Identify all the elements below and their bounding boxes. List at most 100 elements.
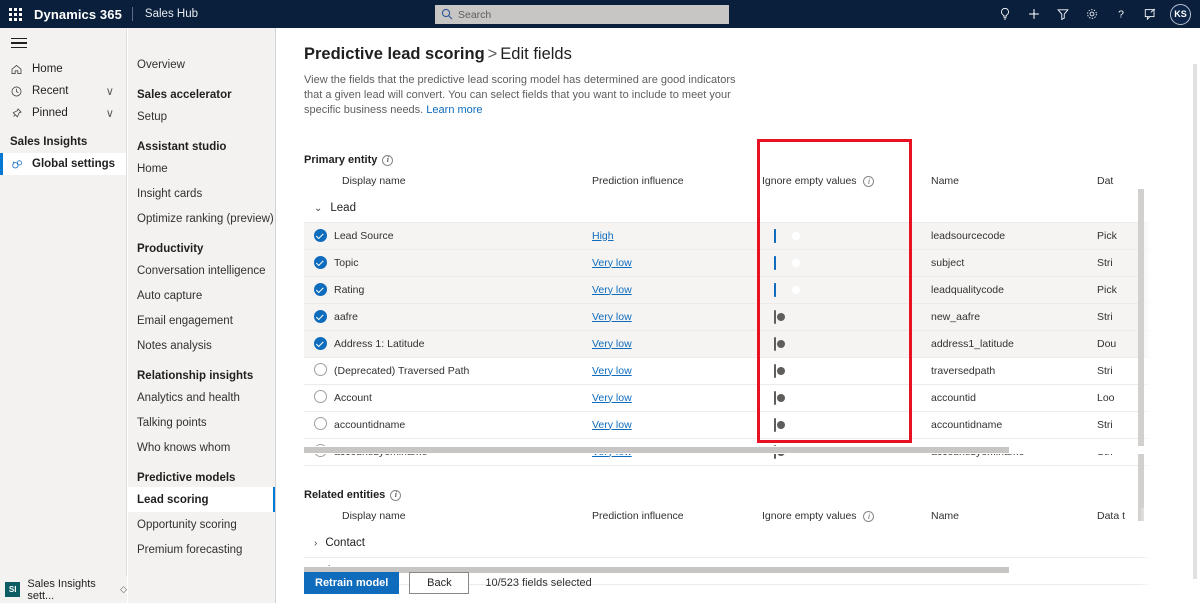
row-checkbox[interactable] [314, 389, 327, 403]
area-switcher-chevron-icon[interactable]: ◇ [120, 584, 127, 595]
feedback-icon[interactable] [1135, 0, 1164, 28]
sidebar-item-home[interactable]: Home [0, 58, 126, 80]
sidebar-item-pinned[interactable]: Pinned ∨ [0, 102, 126, 124]
chevron-down-icon[interactable]: ∨ [106, 84, 126, 98]
column-header-prediction-influence[interactable]: Prediction influence [592, 508, 762, 530]
influence-link[interactable]: Very low [592, 365, 632, 377]
search-input[interactable] [435, 5, 729, 24]
cell-prediction-influence[interactable]: High [592, 222, 762, 250]
column-header-ignore-empty-values[interactable]: Ignore empty values i [762, 173, 929, 195]
column-header-data-type[interactable]: Data t [1097, 508, 1157, 530]
hamburger-menu-icon[interactable] [0, 28, 126, 58]
sidebar-item-talking-points[interactable]: Talking points [128, 410, 275, 435]
sidebar-item-global-settings[interactable]: Global settings [0, 153, 126, 175]
cell-prediction-influence[interactable]: Very low [592, 303, 762, 331]
column-header-prediction-influence[interactable]: Prediction influence [592, 173, 762, 195]
row-checkbox[interactable] [314, 256, 327, 270]
influence-link[interactable]: Very low [592, 311, 632, 323]
cell-ignore-empty[interactable] [762, 330, 929, 358]
influence-link[interactable]: Very low [592, 392, 632, 404]
plus-icon[interactable] [1019, 0, 1048, 28]
avatar[interactable]: KS [1170, 3, 1191, 25]
row-checkbox[interactable] [314, 283, 327, 297]
influence-link[interactable]: Very low [592, 419, 632, 431]
sidebar-item-assistant-home[interactable]: Home [128, 156, 275, 181]
primary-grid-horizontal-scrollbar[interactable] [304, 446, 1157, 454]
cell-prediction-influence[interactable]: Very low [592, 276, 762, 304]
sidebar-item-recent[interactable]: Recent ∨ [0, 80, 126, 102]
primary-grid-vertical-scrollbar[interactable] [1138, 189, 1144, 521]
chevron-down-icon[interactable]: ∨ [106, 106, 126, 120]
row-checkbox-cell[interactable] [304, 411, 334, 439]
cell-ignore-empty[interactable] [762, 276, 929, 304]
cell-prediction-influence[interactable]: Very low [592, 384, 762, 412]
row-checkbox[interactable] [314, 337, 327, 351]
column-header-ignore-empty-values[interactable]: Ignore empty values i [762, 508, 929, 530]
row-checkbox[interactable] [314, 229, 327, 243]
cell-ignore-empty[interactable] [762, 249, 929, 277]
cell-ignore-empty[interactable] [762, 384, 929, 412]
column-header-name[interactable]: Name [929, 173, 1097, 195]
sidebar-item-conversation-intelligence[interactable]: Conversation intelligence [128, 258, 275, 283]
cell-ignore-empty[interactable] [762, 411, 929, 439]
ignore-empty-toggle[interactable] [774, 336, 785, 351]
chevron-right-icon[interactable]: › [314, 538, 317, 549]
row-checkbox-cell[interactable] [304, 357, 334, 385]
sales-insights-settings-switcher[interactable]: SI Sales Insights sett... ◇ [0, 576, 127, 603]
table-row[interactable]: (Deprecated) Traversed Path Very low tra… [304, 357, 1157, 385]
sidebar-item-insight-cards[interactable]: Insight cards [128, 181, 275, 206]
influence-link[interactable]: High [592, 230, 614, 242]
entity-group-cell[interactable]: ⌄ Lead [304, 195, 1157, 223]
column-header-display-name[interactable]: Display name [334, 508, 592, 530]
back-button[interactable]: Back [409, 572, 470, 594]
column-header-display-name[interactable]: Display name [334, 173, 592, 195]
row-checkbox-cell[interactable] [304, 384, 334, 412]
retrain-model-button[interactable]: Retrain model [304, 572, 400, 594]
row-checkbox-cell[interactable] [304, 330, 334, 358]
entity-group-row-lead[interactable]: ⌄ Lead [304, 195, 1157, 223]
ignore-empty-toggle[interactable] [774, 309, 785, 324]
question-icon[interactable]: ? [1106, 0, 1135, 28]
row-checkbox[interactable] [314, 362, 327, 376]
row-checkbox-cell[interactable] [304, 249, 334, 277]
entity-group-cell[interactable]: › Contact [304, 530, 1157, 558]
ignore-empty-toggle[interactable] [774, 417, 785, 432]
app-launcher-icon[interactable] [0, 0, 30, 28]
row-checkbox[interactable] [314, 310, 327, 324]
cell-prediction-influence[interactable]: Very low [592, 357, 762, 385]
cell-prediction-influence[interactable]: Very low [592, 411, 762, 439]
sidebar-item-who-knows-whom[interactable]: Who knows whom [128, 435, 275, 460]
cell-prediction-influence[interactable]: Very low [592, 330, 762, 358]
ignore-empty-toggle[interactable] [774, 228, 800, 243]
influence-link[interactable]: Very low [592, 257, 632, 269]
sidebar-item-overview[interactable]: Overview [128, 52, 275, 77]
info-icon[interactable]: i [382, 154, 394, 166]
ignore-empty-toggle[interactable] [774, 282, 800, 297]
table-row[interactable]: Address 1: Latitude Very low address1_la… [304, 330, 1157, 358]
chevron-down-icon[interactable]: ⌄ [314, 203, 322, 214]
column-header-data-type[interactable]: Dat [1097, 173, 1157, 195]
ignore-empty-toggle[interactable] [774, 363, 785, 378]
influence-link[interactable]: Very low [592, 284, 632, 296]
sidebar-item-auto-capture[interactable]: Auto capture [128, 283, 275, 308]
lightbulb-icon[interactable] [990, 0, 1019, 28]
sidebar-item-optimize-ranking[interactable]: Optimize ranking (preview) [128, 206, 275, 231]
cell-ignore-empty[interactable] [762, 303, 929, 331]
row-checkbox-cell[interactable] [304, 222, 334, 250]
info-icon[interactable]: i [390, 489, 402, 501]
scrollbar-thumb[interactable] [1193, 64, 1197, 579]
table-row[interactable]: aafre Very low new_aafre Stri [304, 303, 1157, 331]
sidebar-item-notes-analysis[interactable]: Notes analysis [128, 333, 275, 358]
table-row[interactable]: Rating Very low leadqualitycode Pick [304, 276, 1157, 304]
filter-icon[interactable] [1048, 0, 1077, 28]
breadcrumb-parent[interactable]: Predictive lead scoring [304, 45, 485, 63]
cell-ignore-empty[interactable] [762, 357, 929, 385]
table-row[interactable]: Account Very low accountid Loo [304, 384, 1157, 412]
sidebar-item-email-engagement[interactable]: Email engagement [128, 308, 275, 333]
app-name-label[interactable]: Sales Hub [133, 8, 198, 20]
cell-prediction-influence[interactable]: Very low [592, 249, 762, 277]
row-checkbox[interactable] [314, 416, 327, 430]
learn-more-link[interactable]: Learn more [426, 104, 482, 116]
entity-group-row-contact[interactable]: › Contact [304, 530, 1157, 558]
row-checkbox-cell[interactable] [304, 303, 334, 331]
